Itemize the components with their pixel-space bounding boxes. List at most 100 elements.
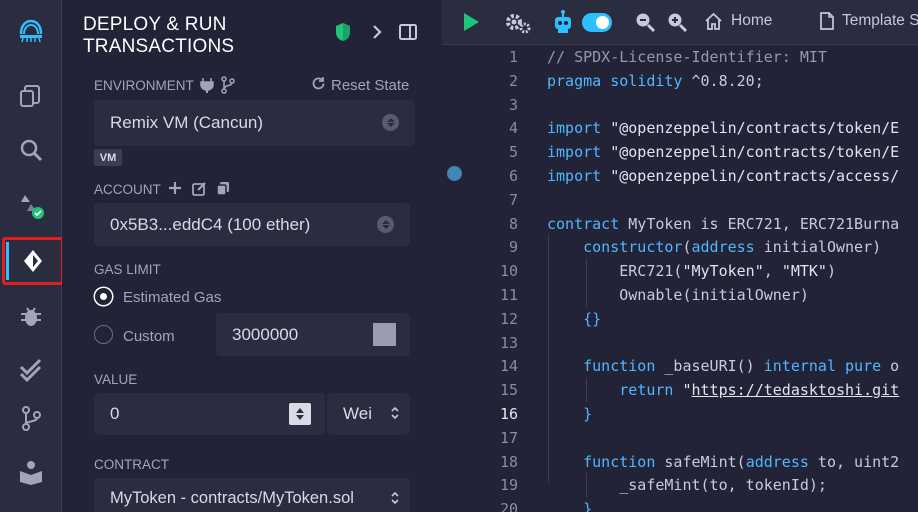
zoom-in-icon[interactable] bbox=[667, 12, 687, 32]
value-input[interactable]: 0 bbox=[94, 393, 325, 435]
line-source: import "@openzeppelin/contracts/token/E bbox=[547, 141, 899, 165]
line-number: 18 bbox=[499, 452, 518, 471]
add-account-icon[interactable] bbox=[168, 181, 182, 200]
code-line[interactable]: 5 import "@openzeppelin/contracts/token/E bbox=[442, 141, 918, 165]
editor-toolbar: Home Template S bbox=[442, 0, 918, 45]
custom-gas-input[interactable]: 3000000 bbox=[216, 313, 410, 356]
file-explorer-icon[interactable] bbox=[0, 70, 62, 122]
contract-chevron-icon bbox=[390, 490, 400, 511]
line-number: 6 bbox=[508, 167, 518, 185]
estimated-gas-radio[interactable] bbox=[95, 288, 112, 305]
code-line[interactable]: 9 constructor(address initialOwner) bbox=[442, 236, 918, 260]
code-line[interactable]: 7 bbox=[442, 189, 918, 213]
reset-state-button[interactable]: Reset State bbox=[311, 76, 409, 95]
solidity-compiler-icon[interactable] bbox=[0, 180, 62, 232]
code-token: "@openzeppelin/contracts/access/ bbox=[601, 167, 900, 185]
line-source: ERC721("MyToken", "MTK") bbox=[547, 260, 836, 284]
home-tab-label: Home bbox=[731, 12, 773, 29]
code-line[interactable]: 12 {} bbox=[442, 308, 918, 332]
compile-settings-icon[interactable] bbox=[504, 12, 532, 34]
search-icon[interactable] bbox=[0, 124, 62, 176]
code-token: ( bbox=[682, 238, 692, 257]
remix-logo-icon[interactable] bbox=[0, 4, 62, 56]
line-number: 15 bbox=[499, 381, 518, 400]
code-token: ERC721( bbox=[547, 262, 683, 281]
code-token: address bbox=[745, 452, 809, 471]
line-number: 13 bbox=[499, 333, 518, 352]
value-unit-select[interactable]: Wei bbox=[327, 393, 410, 435]
zoom-out-icon[interactable] bbox=[635, 12, 655, 32]
code-line[interactable]: 8 contract MyToken is ERC721, ERC721Burna bbox=[442, 213, 918, 237]
value-label: VALUE bbox=[94, 372, 138, 387]
code-token: "@openzeppelin/contracts/token/E bbox=[601, 119, 900, 138]
chevron-right-icon[interactable] bbox=[370, 22, 384, 47]
copilot-robot-icon[interactable] bbox=[552, 10, 574, 34]
code-line[interactable]: 6 import "@openzeppelin/contracts/access/ bbox=[442, 165, 918, 189]
editor-area: Home Template S 1 // SPDX-License-Identif… bbox=[442, 0, 918, 512]
code-token: address bbox=[691, 238, 755, 257]
panel-title-line1: DEPLOY & RUN bbox=[83, 14, 227, 35]
shield-icon[interactable] bbox=[334, 22, 352, 47]
branch-icon[interactable] bbox=[220, 76, 236, 99]
code-editor[interactable]: 1 // SPDX-License-Identifier: MIT 2 pragma … bbox=[442, 45, 918, 512]
code-line[interactable]: 15 return "https://tedasktoshi.git bbox=[442, 379, 918, 403]
deploy-run-icon[interactable] bbox=[2, 237, 64, 285]
code-token: " bbox=[673, 381, 692, 400]
template-tab-label: Template S bbox=[842, 12, 918, 29]
custom-gas-radio[interactable] bbox=[94, 325, 113, 344]
code-line[interactable]: 14 function _baseURI() internal pure o bbox=[442, 355, 918, 379]
unit-chevron-icon bbox=[390, 405, 400, 426]
code-line[interactable]: 3 bbox=[442, 94, 918, 118]
contract-value: MyToken - contracts/MyToken.sol bbox=[110, 488, 354, 507]
code-line[interactable]: 10 ERC721("MyToken", "MTK") bbox=[442, 260, 918, 284]
value-stepper-icon[interactable] bbox=[289, 403, 311, 425]
environment-select[interactable]: Remix VM (Cancun) bbox=[94, 100, 415, 146]
code-line[interactable]: 18 function safeMint(address to, uint2 bbox=[442, 451, 918, 475]
line-source: function _baseURI() internal pure o bbox=[547, 355, 899, 379]
code-line[interactable]: 13 bbox=[442, 332, 918, 356]
account-select[interactable]: 0x5B3...eddC4 (100 ether) bbox=[94, 203, 410, 246]
copilot-toggle[interactable] bbox=[582, 13, 612, 32]
debugger-icon[interactable] bbox=[0, 290, 62, 342]
code-token: import bbox=[547, 167, 602, 185]
line-source: function safeMint(address to, uint2 bbox=[547, 451, 899, 475]
code-line[interactable]: 1 // SPDX-License-Identifier: MIT bbox=[442, 46, 918, 70]
estimated-gas-label: Estimated Gas bbox=[123, 289, 222, 306]
line-source: constructor(address initialOwner) bbox=[547, 236, 881, 260]
run-script-icon[interactable] bbox=[462, 12, 480, 32]
panel-header-icons bbox=[334, 22, 418, 47]
code-line[interactable]: 2 pragma solidity ^0.8.20; bbox=[442, 70, 918, 94]
panel-toggle-icon[interactable] bbox=[398, 22, 418, 47]
home-tab[interactable]: Home bbox=[704, 12, 772, 30]
git-icon[interactable] bbox=[0, 392, 62, 444]
environment-label: ENVIRONMENT bbox=[94, 78, 194, 93]
edit-icon[interactable] bbox=[192, 181, 207, 201]
line-number: 16 bbox=[499, 405, 518, 423]
template-tab[interactable]: Template S bbox=[820, 12, 918, 30]
learneth-icon[interactable] bbox=[0, 446, 62, 498]
deploy-run-panel: DEPLOY & RUN TRANSACTIONS ENVIRONMENT Re… bbox=[62, 0, 442, 512]
test-checks-icon[interactable] bbox=[0, 343, 62, 395]
code-token: ^0.8.20; bbox=[682, 71, 764, 90]
code-line[interactable]: 11 Ownable(initialOwner) bbox=[442, 284, 918, 308]
code-line[interactable]: 4 import "@openzeppelin/contracts/token/E bbox=[442, 117, 918, 141]
code-token: _safeMint(to, tokenId); bbox=[547, 476, 827, 495]
line-source: {} bbox=[547, 308, 601, 332]
code-token: , bbox=[763, 262, 782, 281]
code-token: "MyToken" bbox=[682, 262, 764, 281]
code-token: function bbox=[547, 357, 656, 376]
copy-icon[interactable] bbox=[216, 181, 230, 201]
code-line[interactable]: 20 } bbox=[442, 498, 918, 512]
line-number: 1 bbox=[508, 48, 518, 66]
code-line[interactable]: 17 bbox=[442, 427, 918, 451]
line-number: 12 bbox=[499, 309, 518, 328]
code-token: // SPDX-License-Identifier: MIT bbox=[547, 48, 827, 66]
plug-icon bbox=[200, 77, 214, 98]
code-line[interactable]: 16 } bbox=[442, 403, 918, 427]
code-line[interactable]: 19 _safeMint(to, tokenId); bbox=[442, 474, 918, 498]
contract-select[interactable]: MyToken - contracts/MyToken.sol bbox=[94, 478, 410, 512]
code-token: {} bbox=[547, 309, 602, 328]
line-source: } bbox=[547, 403, 592, 427]
code-token: internal pure bbox=[763, 357, 882, 376]
line-source: _safeMint(to, tokenId); bbox=[547, 474, 827, 498]
